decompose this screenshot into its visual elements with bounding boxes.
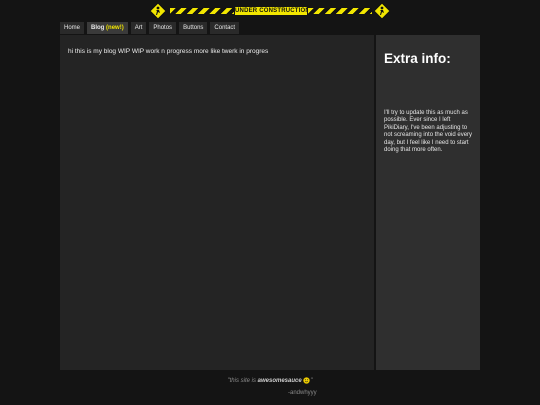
nav-photos[interactable]: Photos <box>149 22 177 34</box>
nav-home[interactable]: Home <box>60 22 85 34</box>
nav-label: Photos <box>153 25 173 31</box>
construction-sign-icon <box>150 3 166 19</box>
nav-label: Buttons <box>183 25 204 31</box>
blog-post-text: hi this is my blog WIP WIP work n progre… <box>68 48 269 55</box>
nav-buttons[interactable]: Buttons <box>179 22 208 34</box>
hazard-stripe <box>308 8 372 14</box>
nav-label: Art <box>134 25 143 31</box>
nav-blog[interactable]: Blog (new!) <box>87 22 128 34</box>
under-construction-label: UNDER CONSTRUCTION <box>235 7 310 15</box>
under-construction-banner: UNDER CONSTRUCTION <box>150 3 390 19</box>
nav-contact[interactable]: Contact <box>210 22 240 34</box>
sidebar-body: I'll try to update this as much as possi… <box>384 110 473 154</box>
footer-quote: "this site is awesomesauce " <box>0 377 540 384</box>
new-badge: (new!) <box>106 25 124 31</box>
quote-bold: awesomesauce <box>257 378 302 385</box>
main-nav: Home Blog (new!) Art Photos Buttons Cont… <box>60 22 240 34</box>
quote-prefix: "this site is <box>227 378 258 385</box>
sidebar-title: Extra info: <box>384 51 451 66</box>
hazard-stripe <box>170 8 234 14</box>
nav-art[interactable]: Art <box>130 22 147 34</box>
construction-sign-icon <box>374 3 390 19</box>
footer-author: -andwhyyy <box>288 390 317 396</box>
nav-label: Contact <box>214 25 236 31</box>
main-content: hi this is my blog WIP WIP work n progre… <box>60 35 374 370</box>
quote-suffix: " <box>310 378 313 385</box>
nav-label: Blog <box>91 25 105 31</box>
sidebar: Extra info: I'll try to update this as m… <box>376 35 480 370</box>
nav-label: Home <box>64 25 81 31</box>
